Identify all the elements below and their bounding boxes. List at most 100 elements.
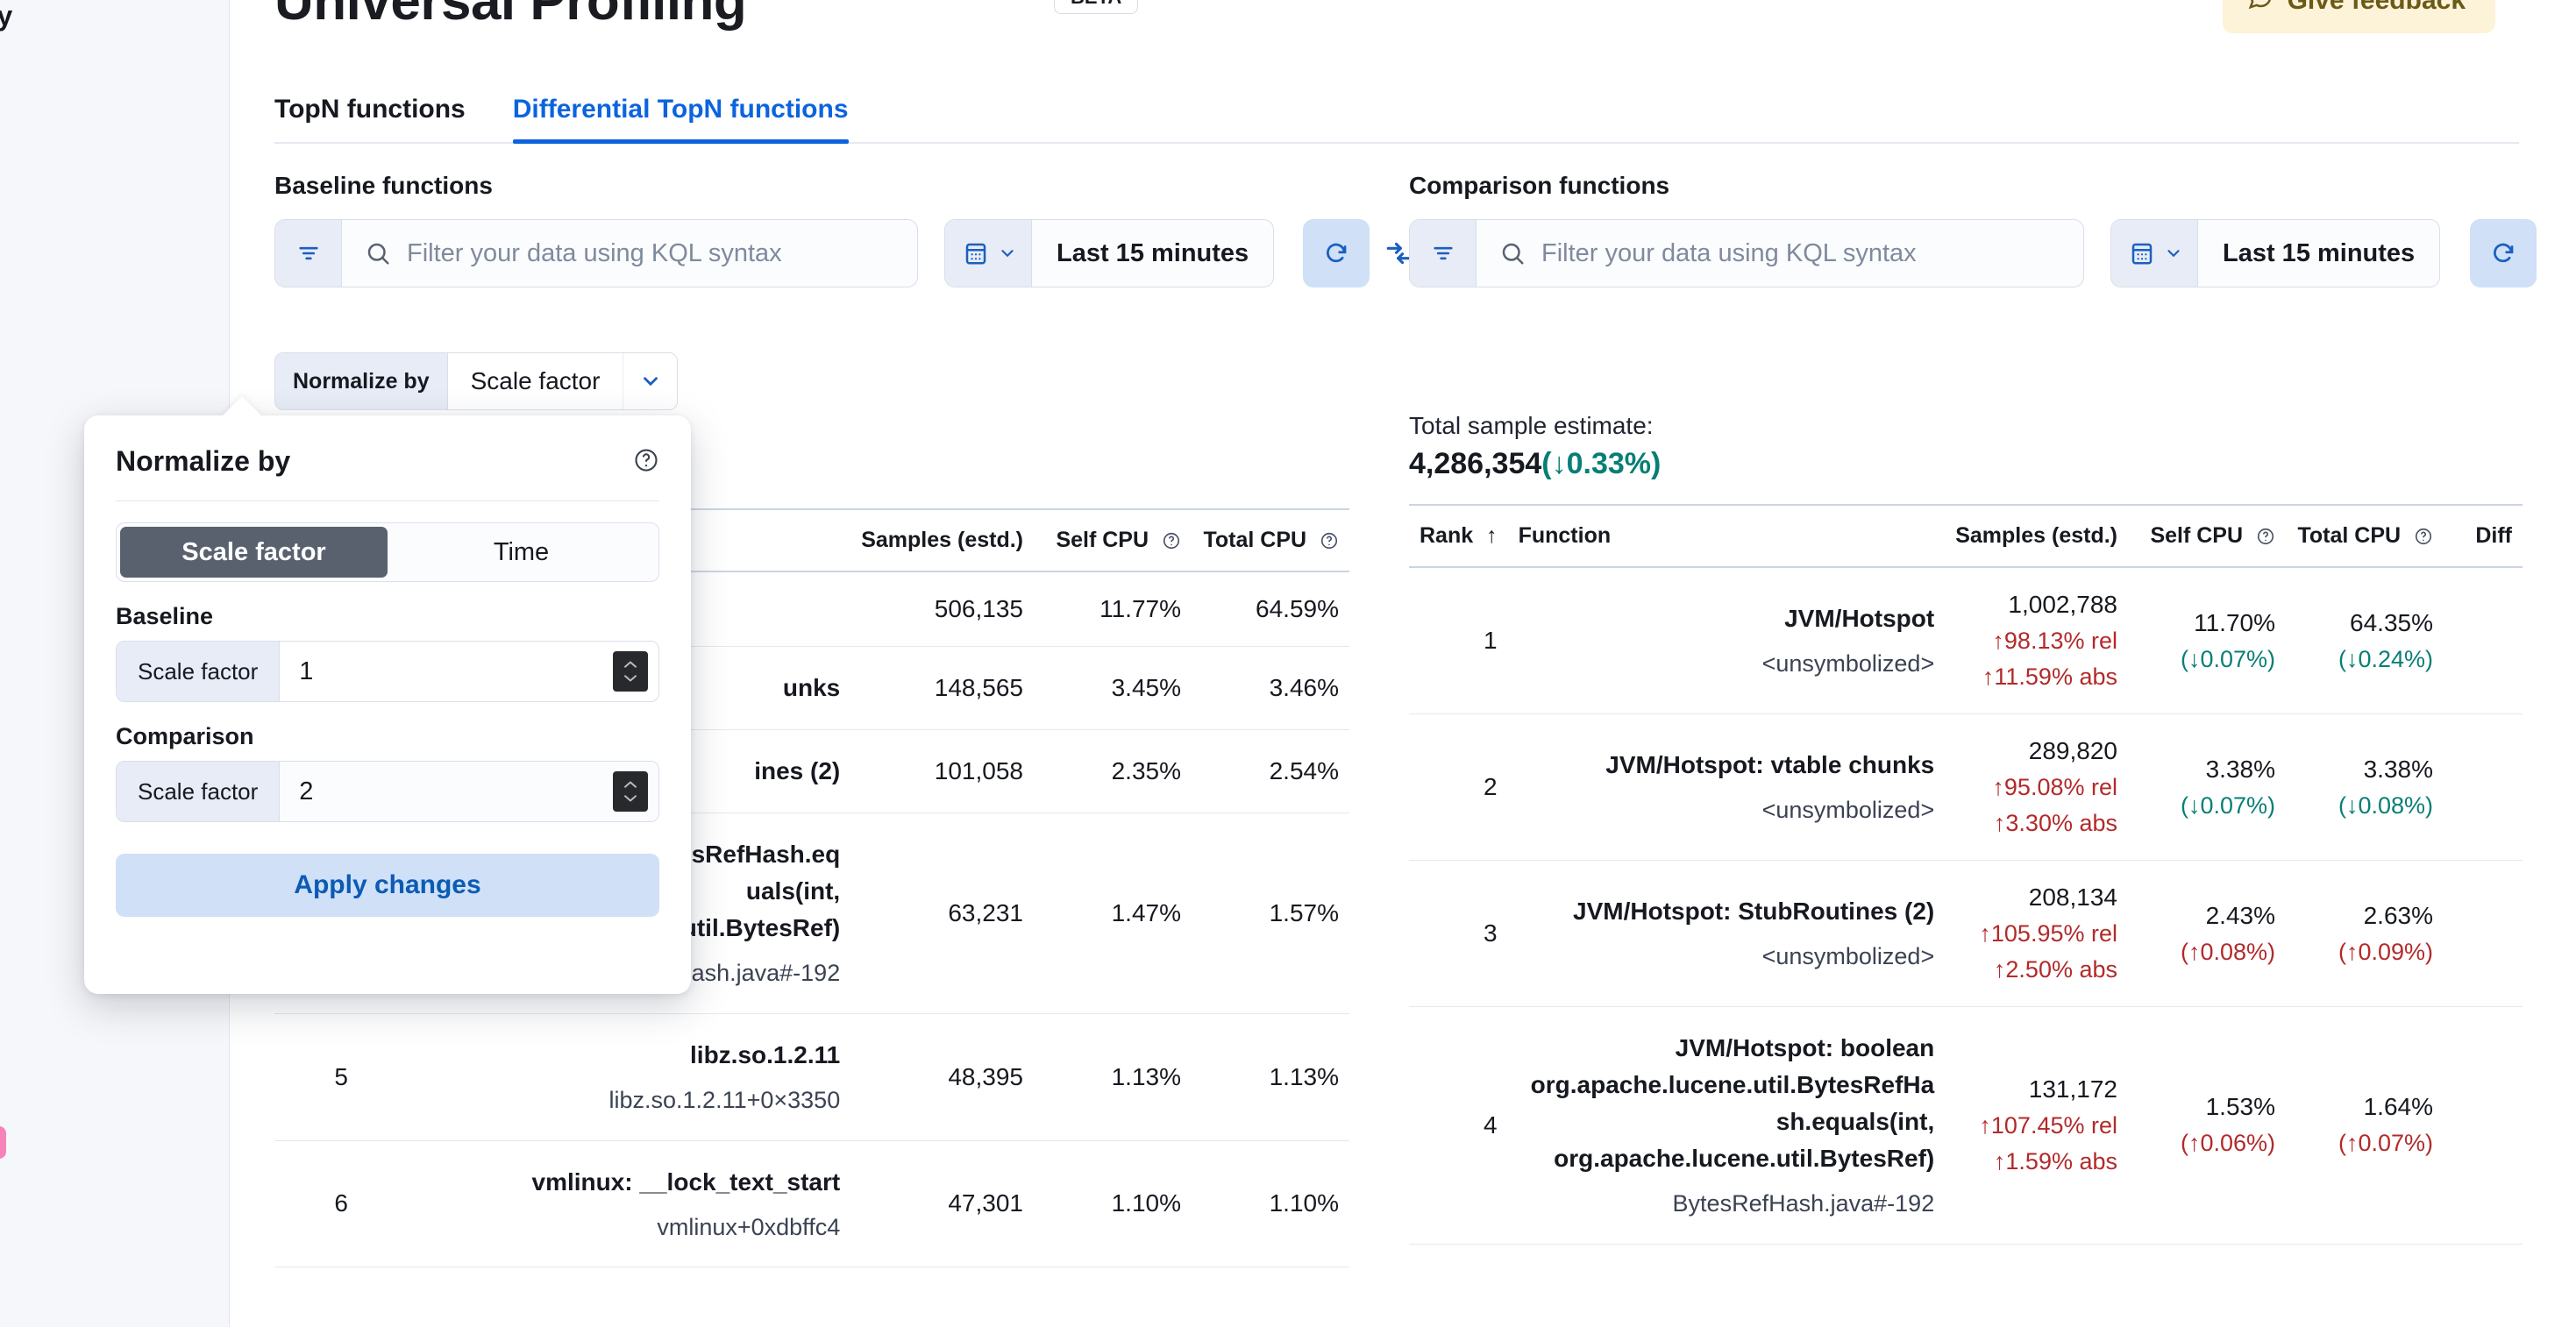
cell-function: JVM/Hotspot: boolean org.apache.lucene.u… xyxy=(1507,1006,1946,1245)
beta-badge: BETA xyxy=(1054,0,1139,14)
cell-self-cpu: 1.10% xyxy=(1034,1140,1192,1268)
normalize-mode-toggle: Scale factor Time xyxy=(116,522,659,582)
samples-relative-change: ↑105.95% rel xyxy=(1979,920,2117,947)
self-cpu-value: 3.38% xyxy=(2205,755,2275,783)
cell-diff xyxy=(2444,567,2523,714)
comparison-section-label: Comparison functions xyxy=(1409,172,1670,199)
self-cpu-value: 2.43% xyxy=(2205,901,2275,929)
column-header-samples[interactable]: Samples (estd.) xyxy=(1945,504,2128,568)
baseline-section-label: Baseline functions xyxy=(274,172,493,199)
cell-self-cpu: 2.43% (↑0.08%) xyxy=(2128,860,2286,1007)
column-header-self-cpu[interactable]: Self CPU xyxy=(1034,508,1192,572)
samples-absolute-change: ↑3.30% abs xyxy=(1993,810,2117,836)
comparison-scale-factor-input[interactable] xyxy=(280,776,658,807)
comparison-scale-factor-stepper[interactable] xyxy=(613,771,648,812)
cell-total-cpu: 3.38% (↓0.08%) xyxy=(2286,713,2444,861)
cell-samples: 208,134 ↑105.95% rel ↑2.50% abs xyxy=(1945,860,2128,1007)
tab-differential-topn-functions[interactable]: Differential TopN functions xyxy=(512,95,849,144)
cell-samples: 1,002,788 ↑98.13% rel ↑11.59% abs xyxy=(1945,567,2128,714)
cell-total-cpu: 1.13% xyxy=(1192,1013,1349,1141)
cell-rank: 5 xyxy=(274,1013,359,1141)
cell-function: vmlinux: __lock_text_start vmlinux+0xdbf… xyxy=(359,1140,851,1268)
baseline-filter-icon[interactable] xyxy=(275,220,342,287)
column-header-total-cpu[interactable]: Total CPU xyxy=(2286,504,2444,568)
comparison-scale-factor-prepend: Scale factor xyxy=(117,762,281,821)
cell-self-cpu: 1.53% (↑0.06%) xyxy=(2128,1006,2286,1245)
comparison-time-range[interactable]: Last 15 minutes xyxy=(2198,239,2439,268)
baseline-kql-input[interactable] xyxy=(391,238,917,269)
comparison-calendar-button[interactable] xyxy=(2111,220,2198,287)
total-sample-estimate-label: Total sample estimate: xyxy=(1409,412,1654,439)
comparison-refresh-button[interactable] xyxy=(2470,219,2537,287)
table-row[interactable]: 1 JVM/Hotspot <unsymbolized> 1,002,788 ↑… xyxy=(1409,567,2523,714)
question-circle-icon xyxy=(2257,529,2274,545)
cell-total-cpu: 2.54% xyxy=(1192,729,1349,813)
table-row[interactable]: 3 JVM/Hotspot: StubRoutines (2) <unsymbo… xyxy=(1409,860,2523,1007)
apply-changes-button[interactable]: Apply changes xyxy=(116,854,659,917)
mode-option-scale-factor[interactable]: Scale factor xyxy=(120,527,388,578)
table-row[interactable]: 5 libz.so.1.2.11 libz.so.1.2.11+0×3350 4… xyxy=(274,1013,1349,1141)
chevron-down-icon[interactable] xyxy=(623,353,678,409)
column-header-rank[interactable]: Rank ↑ xyxy=(1409,504,1508,568)
sidebar-item-label[interactable]: vability xyxy=(0,0,12,32)
total-sample-estimate-delta: (↓0.33%) xyxy=(1541,447,1662,480)
baseline-refresh-button[interactable] xyxy=(1303,219,1370,287)
self-cpu-delta: (↓0.07%) xyxy=(2180,645,2275,672)
cell-total-cpu: 64.35% (↓0.24%) xyxy=(2286,567,2444,714)
cell-total-cpu: 64.59% xyxy=(1192,571,1349,647)
mode-option-time[interactable]: Time xyxy=(388,527,655,578)
tab-topn-functions[interactable]: TopN functions xyxy=(274,95,466,142)
search-icon xyxy=(1499,240,1526,266)
cell-total-cpu: 1.64% (↑0.07%) xyxy=(2286,1006,2444,1245)
give-feedback-label: Give feedback xyxy=(2287,0,2466,15)
cell-diff xyxy=(2444,860,2523,1007)
comparison-kql-input[interactable] xyxy=(1526,238,2083,269)
sort-ascending-icon: ↑ xyxy=(1486,523,1498,548)
cell-rank: 1 xyxy=(1409,567,1508,714)
cell-rank: 4 xyxy=(1409,1006,1508,1245)
comparison-datepicker: Last 15 minutes xyxy=(2110,219,2441,287)
total-cpu-delta: (↑0.07%) xyxy=(2338,1130,2433,1157)
total-cpu-delta: (↑0.09%) xyxy=(2338,938,2433,965)
table-row[interactable]: 2 JVM/Hotspot: vtable chunks <unsymboliz… xyxy=(1409,713,2523,861)
cell-diff xyxy=(2444,713,2523,861)
cell-samples: 506,135 xyxy=(850,571,1034,647)
cell-total-cpu: 1.57% xyxy=(1192,813,1349,1014)
cell-samples: 148,565 xyxy=(850,646,1034,730)
question-circle-icon[interactable] xyxy=(633,447,659,478)
cell-total-cpu: 1.10% xyxy=(1192,1140,1349,1268)
samples-value: 131,172 xyxy=(2028,1075,2117,1103)
question-circle-icon xyxy=(1163,533,1180,550)
column-header-self-cpu[interactable]: Self CPU xyxy=(2128,504,2286,568)
normalize-by-value[interactable]: Scale factor xyxy=(447,353,623,409)
cell-rank: 3 xyxy=(1409,860,1508,1007)
comparison-functions-table: Rank ↑ Function Samples (estd.) Self CPU… xyxy=(1409,504,2523,1245)
popover-divider xyxy=(116,500,659,501)
column-header-diff[interactable]: Diff xyxy=(2444,504,2523,568)
give-feedback-button[interactable]: Give feedback xyxy=(2222,0,2495,33)
cell-self-cpu: 3.45% xyxy=(1034,646,1192,730)
refresh-icon xyxy=(1327,243,1347,263)
baseline-scale-factor-input[interactable] xyxy=(280,656,658,687)
cell-function: JVM/Hotspot <unsymbolized> xyxy=(1507,567,1946,714)
column-header-function[interactable]: Function xyxy=(1507,504,1946,568)
question-circle-icon xyxy=(1320,533,1338,550)
baseline-time-range[interactable]: Last 15 minutes xyxy=(1032,239,1273,268)
comparison-search-bar xyxy=(1409,219,2084,287)
self-cpu-delta: (↑0.08%) xyxy=(2180,938,2275,965)
cell-samples: 48,395 xyxy=(850,1013,1034,1141)
column-header-samples[interactable]: Samples (estd.) xyxy=(850,508,1034,572)
cell-self-cpu: 3.38% (↓0.07%) xyxy=(2128,713,2286,861)
table-row[interactable]: 6 vmlinux: __lock_text_start vmlinux+0xd… xyxy=(274,1140,1349,1268)
comparison-filter-icon[interactable] xyxy=(1410,220,1477,287)
baseline-calendar-button[interactable] xyxy=(945,220,1032,287)
cell-self-cpu: 1.47% xyxy=(1034,813,1192,1014)
column-header-total-cpu[interactable]: Total CPU xyxy=(1192,508,1349,572)
table-header-row: Rank ↑ Function Samples (estd.) Self CPU… xyxy=(1409,504,2523,568)
baseline-search-bar xyxy=(274,219,918,287)
table-row[interactable]: 4 JVM/Hotspot: boolean org.apache.lucene… xyxy=(1409,1006,2523,1245)
baseline-scale-factor-stepper[interactable] xyxy=(613,651,648,692)
normalize-by-popover: Normalize by Scale factor Time Baseline … xyxy=(84,415,691,994)
comparison-field-label: Comparison xyxy=(116,723,254,749)
cell-samples: 63,231 xyxy=(850,813,1034,1014)
